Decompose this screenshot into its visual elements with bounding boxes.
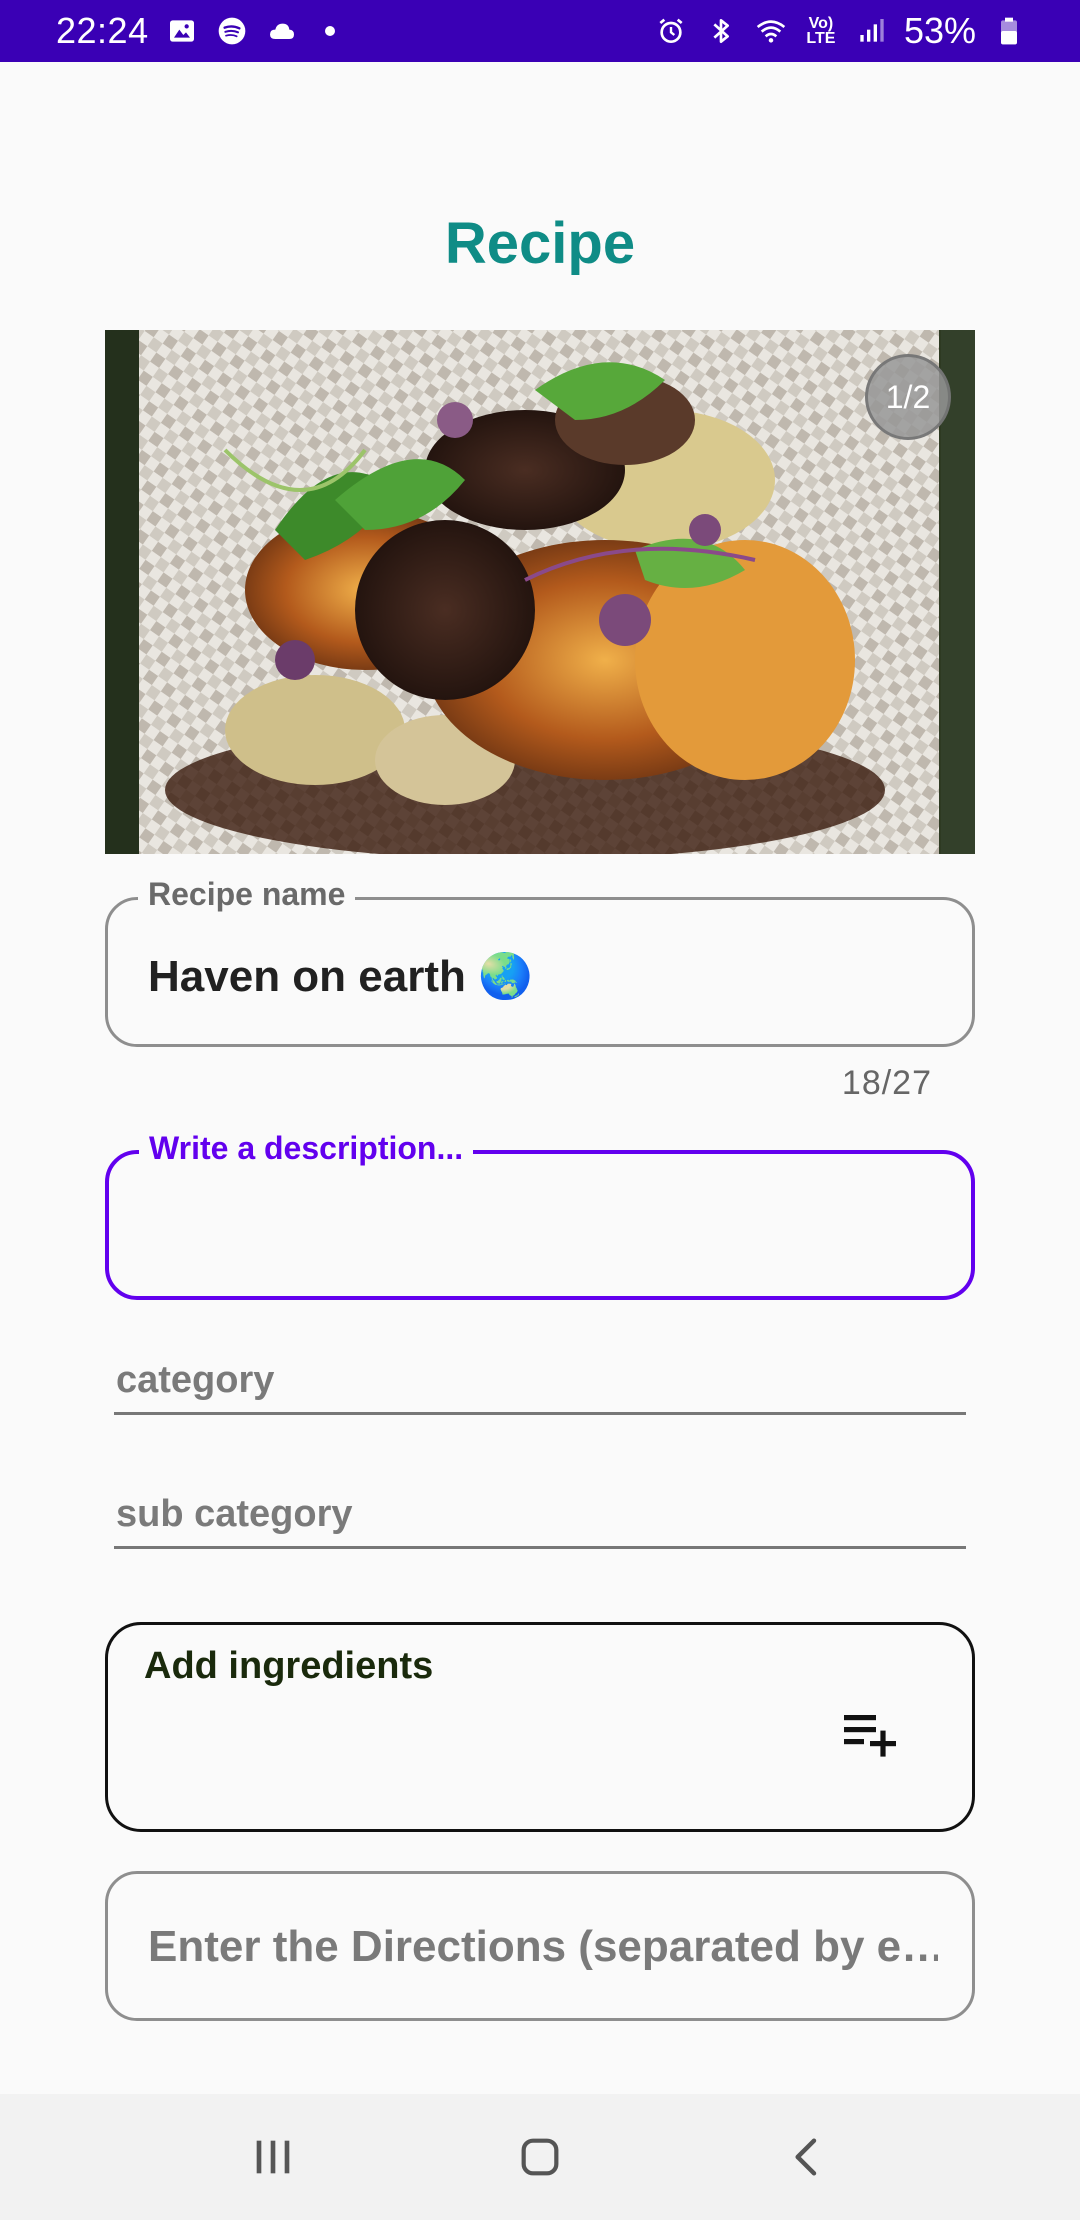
status-time: 22:24 [56,10,149,51]
bluetooth-icon [704,14,738,48]
recipe-photo[interactable]: 1/2 [105,330,975,854]
recipe-name-field[interactable]: Recipe name Haven on earth 🌏 [105,876,975,1047]
sub-category-placeholder: sub category [116,1493,353,1535]
food-image [105,330,975,854]
sub-category-field[interactable]: sub category [114,1469,966,1549]
description-label: Write a description... [139,1130,474,1167]
home-icon [521,2138,559,2176]
recents-icon [256,2140,290,2174]
image-icon [165,14,199,48]
ingredients-card: Add ingredients [105,1622,975,1832]
ingredients-title: Add ingredients [144,1645,434,1687]
battery-icon [992,14,1026,48]
home-button[interactable] [500,2117,580,2197]
alarm-icon [654,14,688,48]
back-button[interactable] [767,2117,847,2197]
cloud-icon [265,14,299,48]
recipe-name-label: Recipe name [138,876,356,913]
volte-icon: Vo) LTE [806,15,836,47]
category-placeholder: category [116,1359,275,1401]
status-bar-left: 22:24 [56,10,335,52]
signal-icon [854,14,888,48]
description-field[interactable]: Write a description... [105,1130,975,1300]
navigation-bar [0,2094,1080,2220]
status-bar-right: Vo) LTE 53% [654,10,1026,52]
category-field[interactable]: category [114,1335,966,1415]
status-bar: 22:24 Vo) LTE 53% [0,0,1080,62]
back-icon [795,2138,816,2176]
playlist-add-icon[interactable] [844,1709,900,1757]
recipe-name-counter: 18/27 [841,1064,932,1102]
battery-percent: 53% [903,10,976,51]
spotify-icon [215,14,249,48]
directions-field[interactable]: Enter the Directions (separated by e… [105,1871,975,2021]
wifi-icon [754,14,788,48]
recipe-name-input[interactable]: Haven on earth 🌏 [148,950,533,1002]
page-title: Recipe [444,211,636,276]
recents-button[interactable] [233,2117,313,2197]
notification-dot-icon [324,26,335,36]
directions-placeholder: Enter the Directions (separated by e… [148,1922,938,1971]
photo-counter: 1/2 [865,354,951,440]
